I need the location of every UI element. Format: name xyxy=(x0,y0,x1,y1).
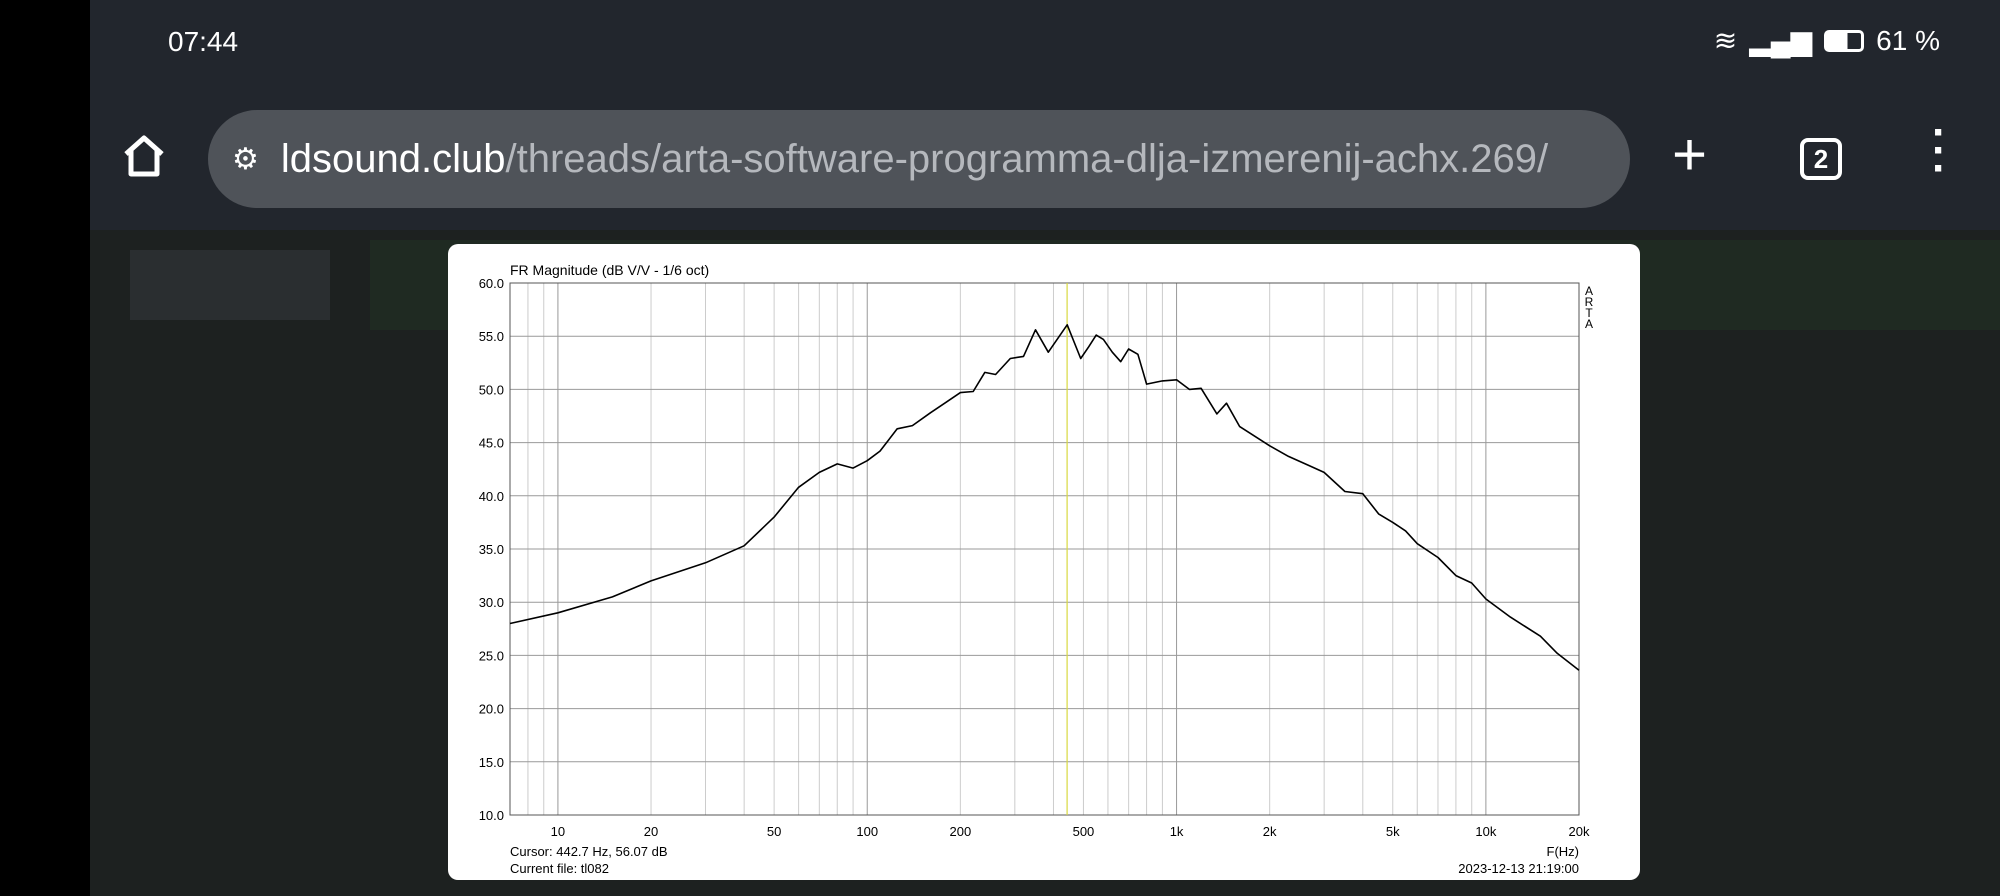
wifi-icon: ≋ xyxy=(1713,25,1738,56)
signal-icon: ▂▄▆ xyxy=(1749,25,1813,56)
battery-percent: 61 % xyxy=(1876,24,1940,56)
url-host: ldsound.club xyxy=(280,136,506,181)
x-tick-label: 50 xyxy=(767,824,781,839)
y-tick-label: 10.0 xyxy=(479,808,504,823)
url-path: /threads/arta-software-programma-dlja-iz… xyxy=(505,136,1549,181)
x-tick-label: 200 xyxy=(950,824,972,839)
x-tick-label: 20k xyxy=(1569,824,1590,839)
y-tick-label: 55.0 xyxy=(479,329,504,344)
battery-icon xyxy=(1824,29,1865,52)
y-tick-label: 20.0 xyxy=(479,702,504,717)
x-axis-label: F(Hz) xyxy=(1547,844,1580,859)
x-tick-label: 100 xyxy=(856,824,878,839)
y-tick-label: 60.0 xyxy=(479,276,504,291)
x-tick-label: 1k xyxy=(1170,824,1184,839)
x-tick-label: 10 xyxy=(551,824,565,839)
site-settings-icon[interactable]: ⚙ xyxy=(232,142,259,177)
tab-count-button[interactable]: 2 xyxy=(1800,138,1842,180)
menu-icon[interactable]: · · · xyxy=(1932,111,1947,191)
series-line-tl082 xyxy=(509,324,1580,671)
y-tick-label: 25.0 xyxy=(479,648,504,663)
x-tick-label: 500 xyxy=(1073,824,1095,839)
y-tick-label: 15.0 xyxy=(479,755,504,770)
y-tick-label: 35.0 xyxy=(479,542,504,557)
y-tick-label: 50.0 xyxy=(479,382,504,397)
watermark-letter: A xyxy=(1585,317,1593,331)
y-tick-label: 45.0 xyxy=(479,436,504,451)
clock: 07:44 xyxy=(168,26,239,57)
x-tick-label: 20 xyxy=(644,824,658,839)
x-tick-label: 2k xyxy=(1263,824,1277,839)
current-file: Current file: tl082 xyxy=(510,861,609,876)
chart-card: 60.0 55.0 50.0 45.0 40.0 35.0 30.0 25.0 20.0 15.0… xyxy=(448,244,1640,880)
x-tick-label: 5k xyxy=(1386,824,1400,839)
timestamp: 2023-12-13 21:19:00 xyxy=(1458,861,1579,876)
new-tab-icon[interactable]: + xyxy=(1672,120,1707,189)
y-tick-label: 30.0 xyxy=(479,595,504,610)
cursor-readout: Cursor: 442.7 Hz, 56.07 dB xyxy=(510,844,668,859)
chart-title: FR Magnitude (dB V/V - 1/6 oct) xyxy=(510,262,709,278)
x-tick-label: 10k xyxy=(1475,824,1496,839)
address-bar[interactable]: ⚙ ldsound.club/threads/arta-software-pro… xyxy=(208,110,1630,208)
home-icon[interactable] xyxy=(120,132,168,180)
y-tick-label: 40.0 xyxy=(479,489,504,504)
fr-chart: 60.0 55.0 50.0 45.0 40.0 35.0 30.0 25.0 20.0 15.0… xyxy=(479,262,1594,876)
status-bar: 07:44 ≋ ▂▄▆ 61 % xyxy=(90,0,2000,80)
